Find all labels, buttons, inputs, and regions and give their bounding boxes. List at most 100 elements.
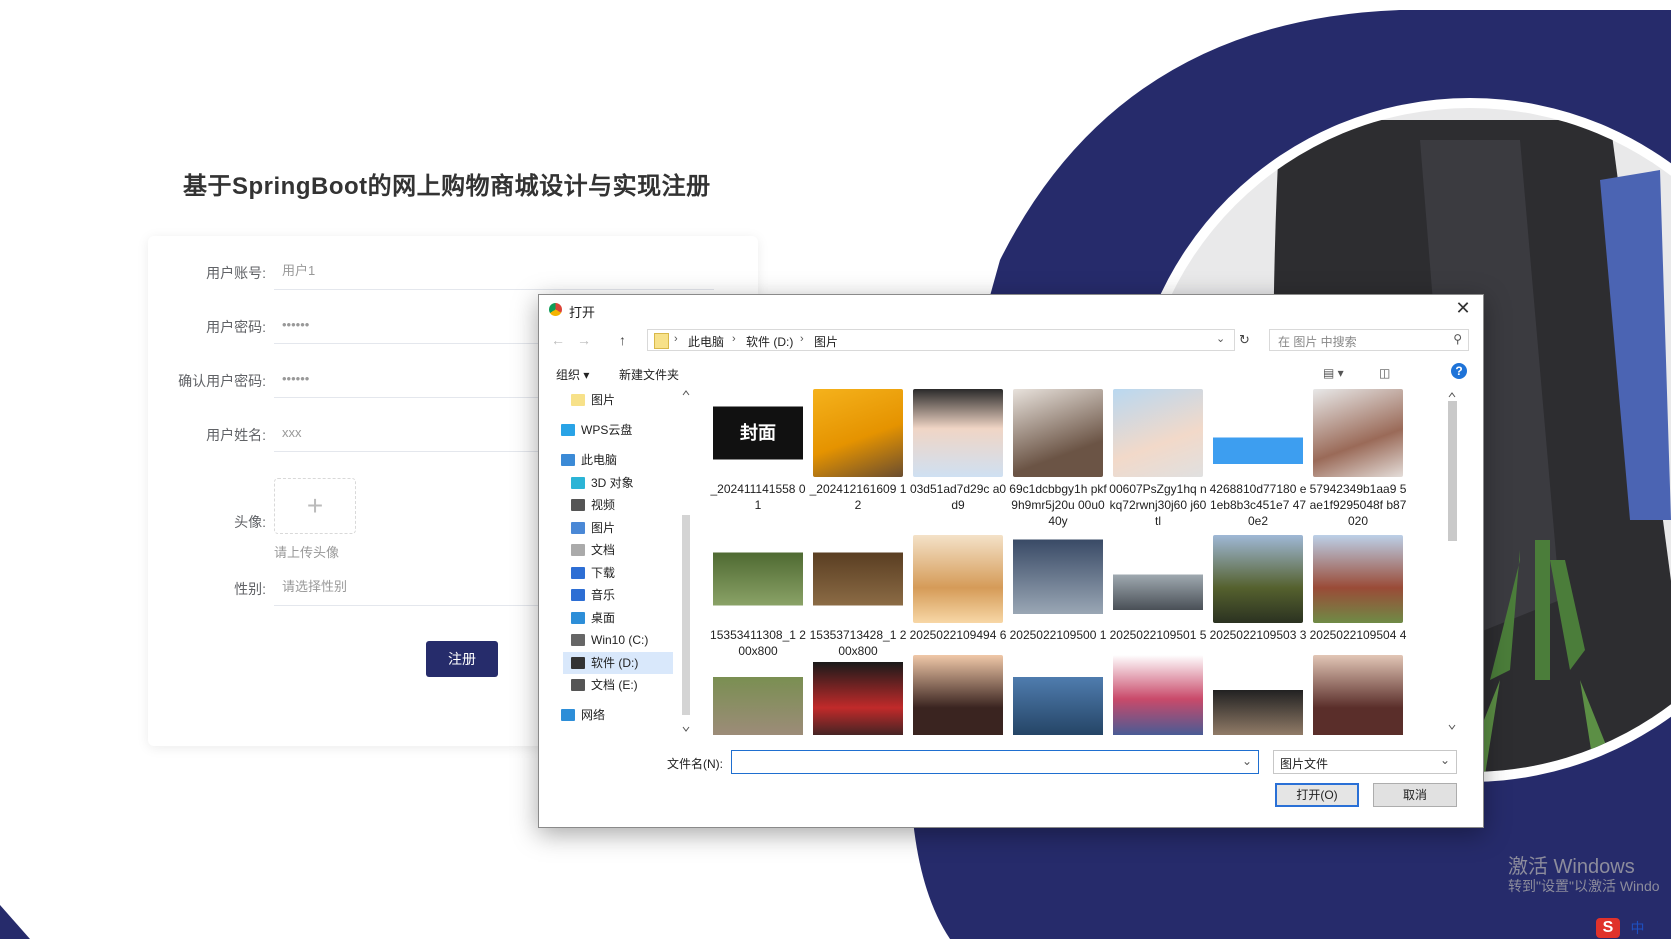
- chevron-down-icon[interactable]: ⌄: [1242, 754, 1252, 768]
- breadcrumb-separator: ›: [800, 333, 804, 345]
- filetype-select[interactable]: 图片文件 ⌄: [1273, 750, 1457, 774]
- file-item[interactable]: [709, 655, 807, 735]
- file-item[interactable]: 2025022109501 5: [1109, 535, 1207, 643]
- preview-pane-icon[interactable]: ◫: [1379, 366, 1390, 380]
- tree-item[interactable]: 文档: [563, 539, 673, 561]
- file-item[interactable]: 2025022109500 1: [1009, 535, 1107, 643]
- folder-icon: [571, 394, 585, 406]
- desktop-icon: [571, 612, 585, 624]
- drive-icon: [571, 657, 585, 669]
- file-grid-scrollbar[interactable]: [1445, 389, 1459, 735]
- file-item[interactable]: 2025022109494 6: [909, 535, 1007, 643]
- register-button[interactable]: 注册: [426, 641, 498, 677]
- filename-input[interactable]: ⌄: [731, 750, 1259, 774]
- tree-item[interactable]: 网络: [553, 704, 673, 726]
- account-label: 用户账号:: [206, 265, 266, 281]
- breadcrumb-pictures[interactable]: 图片: [814, 333, 838, 350]
- tree-item-label: 图片: [591, 393, 616, 407]
- cube-icon: [571, 477, 585, 489]
- back-arrow-icon[interactable]: ←: [551, 332, 565, 348]
- file-thumbnail: [1213, 535, 1303, 623]
- file-thumbnail: [1213, 389, 1303, 477]
- file-item[interactable]: 69c1dcbbgy1h pkf9h9mr5j20u 00u040y: [1009, 389, 1107, 529]
- file-item[interactable]: 4268810d77180 e1eb8b3c451e7 470e2: [1209, 389, 1307, 529]
- breadcrumb-this-pc[interactable]: 此电脑: [688, 333, 724, 350]
- tree-item-label: 网络: [581, 708, 606, 722]
- tree-item[interactable]: 视频: [563, 494, 673, 516]
- tree-item-label: Win10 (C:): [591, 633, 649, 647]
- view-options-icon[interactable]: ▤ ▾: [1323, 366, 1344, 380]
- cancel-button[interactable]: 取消: [1373, 783, 1457, 807]
- file-grid: 封面 _202411141558 01 _202412161609 12 03d51a…: [709, 389, 1439, 735]
- file-item[interactable]: 57942349b1aa9 5ae1f9295048f b87020: [1309, 389, 1407, 529]
- tree-item[interactable]: 此电脑: [553, 449, 673, 471]
- chrome-icon: [549, 303, 562, 316]
- tree-item[interactable]: 音乐: [563, 584, 673, 606]
- organize-menu[interactable]: 组织 ▾: [556, 366, 589, 383]
- file-item[interactable]: 03d51ad7d29c a0d9: [909, 389, 1007, 513]
- document-icon: [571, 544, 585, 556]
- avatar-hint: 请上传头像: [274, 545, 340, 560]
- tree-item-label: 桌面: [591, 611, 616, 625]
- file-thumbnail: [1013, 655, 1103, 735]
- dialog-toolbar: 组织 ▾ 新建文件夹 ▤ ▾ ◫ ?: [539, 361, 1483, 387]
- tree-item-label: 视频: [591, 498, 616, 512]
- drive-icon: [571, 679, 585, 691]
- close-icon[interactable]: ✕: [1451, 298, 1475, 319]
- file-item[interactable]: 2025022109503 3: [1209, 535, 1307, 643]
- tree-item[interactable]: 图片: [563, 517, 673, 539]
- file-thumbnail: [1313, 389, 1403, 477]
- ime-indicator[interactable]: S 中: [1596, 918, 1671, 942]
- tree-item-label: WPS云盘: [581, 423, 633, 437]
- file-item[interactable]: 00607PsZgy1hq nkq72rwnj30j60 j60tl: [1109, 389, 1207, 529]
- tree-item[interactable]: 文档 (E:): [563, 674, 673, 696]
- file-item[interactable]: [1309, 655, 1407, 735]
- tree-item-label: 文档 (E:): [591, 678, 638, 692]
- file-item[interactable]: 15353713428_1 200x800: [809, 535, 907, 659]
- file-item[interactable]: [1209, 655, 1307, 735]
- file-item[interactable]: [1009, 655, 1107, 735]
- new-folder-button[interactable]: 新建文件夹: [619, 366, 679, 383]
- navigation-tree: 图片 WPS云盘 此电脑 3D 对象 视频 图片 文档 下载 音乐 桌面 Win10 (C:) 软件 …: [541, 387, 691, 737]
- avatar-upload[interactable]: +: [274, 478, 356, 534]
- activation-watermark-text: 转到"设置"以激活 Windo: [1508, 878, 1660, 894]
- breadcrumb-drive-d[interactable]: 软件 (D:): [746, 333, 793, 350]
- tree-item[interactable]: 软件 (D:): [563, 652, 673, 674]
- tree-item[interactable]: 桌面: [563, 607, 673, 629]
- forward-arrow-icon[interactable]: →: [577, 332, 591, 348]
- open-button[interactable]: 打开(O): [1275, 783, 1359, 807]
- file-thumbnail: [813, 535, 903, 623]
- file-item[interactable]: _202412161609 12: [809, 389, 907, 513]
- tree-scrollbar[interactable]: [679, 387, 693, 737]
- file-item[interactable]: [909, 655, 1007, 735]
- file-item[interactable]: 封面 _202411141558 01: [709, 389, 807, 513]
- up-arrow-icon[interactable]: ↑: [619, 332, 626, 348]
- tree-item[interactable]: 3D 对象: [563, 472, 673, 494]
- refresh-icon[interactable]: ↻: [1239, 332, 1250, 348]
- file-item[interactable]: [809, 655, 907, 735]
- file-item[interactable]: 2025022109504 4: [1309, 535, 1407, 643]
- file-name: 03d51ad7d29c a0d9: [909, 482, 1007, 512]
- search-placeholder: 在 图片 中搜索: [1278, 335, 1357, 349]
- activation-watermark-title: 激活 Windows: [1508, 856, 1635, 878]
- tree-item[interactable]: 下载: [563, 562, 673, 584]
- file-thumbnail: [1013, 535, 1103, 623]
- file-thumbnail: [813, 389, 903, 477]
- file-open-dialog: 打开 ✕ ← → ↑ › 此电脑 › 软件 (D:) › 图片 ⌄ ↻ 在 图片…: [538, 294, 1484, 828]
- dialog-title: 打开: [569, 305, 596, 320]
- dialog-titlebar: 打开 ✕: [539, 295, 1483, 325]
- file-name: _202412161609 12: [809, 482, 907, 512]
- address-bar[interactable]: › 此电脑 › 软件 (D:) › 图片 ⌄: [647, 329, 1235, 351]
- tree-item[interactable]: 图片: [563, 389, 673, 411]
- account-input[interactable]: 用户1: [274, 252, 714, 290]
- search-input[interactable]: 在 图片 中搜索 ⚲: [1269, 329, 1469, 351]
- tree-item[interactable]: Win10 (C:): [563, 629, 673, 651]
- file-item[interactable]: [1109, 655, 1207, 735]
- tree-item-label: 3D 对象: [591, 476, 634, 490]
- page-title: 基于SpringBoot的网上购物商城设计与实现注册: [183, 173, 711, 200]
- chevron-down-icon[interactable]: ⌄: [1216, 332, 1225, 345]
- file-item[interactable]: 15353411308_1 200x800: [709, 535, 807, 659]
- tree-item[interactable]: WPS云盘: [553, 419, 673, 441]
- file-thumbnail: [813, 655, 903, 735]
- help-icon[interactable]: ?: [1451, 363, 1467, 379]
